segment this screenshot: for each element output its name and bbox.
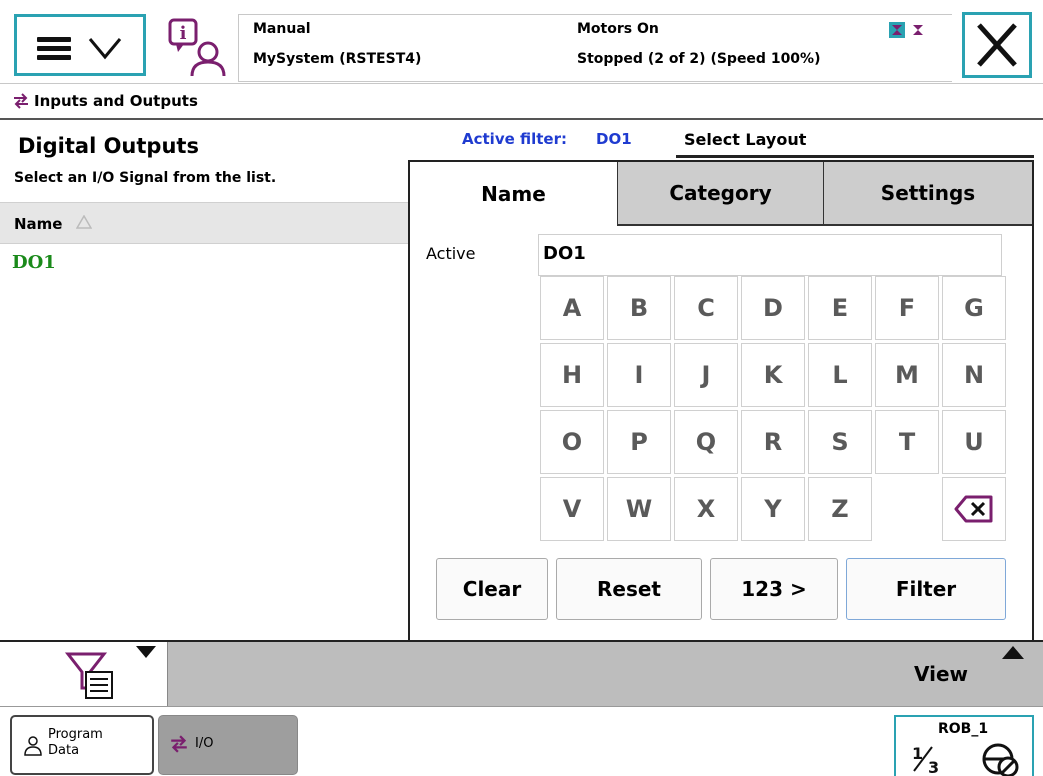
view-menu-button[interactable]: View [846,642,1042,706]
numeric-keyboard-button[interactable]: 123 > [710,558,838,620]
key-g[interactable]: G [942,276,1006,340]
key-i[interactable]: I [607,343,671,407]
column-header-name: Name [14,215,63,233]
key-z[interactable]: Z [808,477,872,541]
key-m[interactable]: M [875,343,939,407]
signal-list: DO1 [0,246,410,282]
tab-category[interactable]: Category [618,162,824,226]
key-a[interactable]: A [540,276,604,340]
select-layout-dropdown[interactable]: Select Layout [676,126,1034,158]
filter-icon [64,652,113,699]
filter-toggle-button[interactable] [0,642,168,706]
taskbar-program-data-line1: Program [48,727,103,742]
tab-name[interactable]: Name [410,162,618,226]
active-label: Active [426,244,476,263]
filter-tabs: Name Category Settings [410,162,1032,226]
key-j[interactable]: J [674,343,738,407]
key-p[interactable]: P [607,410,671,474]
triangle-down-icon [136,646,156,658]
tab-settings[interactable]: Settings [824,162,1032,226]
key-o[interactable]: O [540,410,604,474]
chevron-down-icon [88,38,122,60]
filter-panel: Name Category Settings Active DO1 ABCDEF… [408,160,1034,640]
robot-mechanical-unit-icon [982,743,1019,776]
key-l[interactable]: L [808,343,872,407]
key-k[interactable]: K [741,343,805,407]
key-h[interactable]: H [540,343,604,407]
key-e[interactable]: E [808,276,872,340]
taskbar-io-label: I/O [195,736,214,751]
key-y[interactable]: Y [741,477,805,541]
key-q[interactable]: Q [674,410,738,474]
select-layout-label: Select Layout [684,130,807,149]
clear-button[interactable]: Clear [436,558,548,620]
close-icon [977,23,1017,67]
key-v[interactable]: V [540,477,604,541]
close-button[interactable] [962,12,1032,78]
backspace-key[interactable] [942,477,1006,541]
taskbar-program-data[interactable]: Program Data [10,715,154,775]
panel-subtitle: Select an I/O Signal from the list. [14,170,277,186]
robot-status-icons [889,22,923,38]
window-title: Inputs and Outputs [34,92,198,110]
motors-state: Motors On [577,21,659,37]
taskbar-io[interactable]: I/O [158,715,298,775]
reset-button[interactable]: Reset [556,558,702,620]
menu-icon [37,37,71,60]
signal-list-panel: Digital Outputs Select an I/O Signal fro… [0,122,410,640]
list-item[interactable]: DO1 [0,246,410,282]
speed-fraction-icon: 1 3 [912,744,939,776]
program-state: Stopped (2 of 2) (Speed 100%) [577,51,821,67]
active-filter-value: DO1 [596,130,632,148]
apply-filter-button[interactable]: Filter [846,558,1006,620]
key-t[interactable]: T [875,410,939,474]
taskbar-program-data-label: Program Data [48,727,103,759]
quickset-robot-button[interactable]: ROB_1 1 3 [894,715,1034,776]
system-name: MySystem (RSTEST4) [253,51,422,67]
panel-title: Digital Outputs [18,134,199,158]
active-filter-input[interactable]: DO1 [538,234,1002,276]
command-bar: View [0,640,1043,706]
key-n[interactable]: N [942,343,1006,407]
io-arrows-icon [14,93,28,109]
operating-mode: Manual [253,21,311,37]
sort-ascending-icon [76,215,92,229]
key-x[interactable]: X [674,477,738,541]
main-menu-button[interactable] [14,14,146,76]
key-s[interactable]: S [808,410,872,474]
status-bar[interactable]: Manual MySystem (RSTEST4) Motors On Stop… [238,14,952,82]
list-column-header[interactable]: Name [0,202,410,244]
view-label: View [913,662,968,686]
svg-text:3: 3 [928,758,939,776]
backspace-icon [954,495,993,523]
taskbar: Program Data I/O ROB_1 1 3 [0,706,1043,776]
triangle-up-icon [1002,646,1024,659]
key-b[interactable]: B [607,276,671,340]
mechanical-unit-label: ROB_1 [938,721,989,737]
top-header: i Manual MySystem (RSTEST4) Motors On St… [0,0,1043,84]
key-r[interactable]: R [741,410,805,474]
key-f[interactable]: F [875,276,939,340]
active-filter-label: Active filter: [462,130,567,148]
key-u[interactable]: U [942,410,1006,474]
io-arrows-icon [171,735,187,753]
key-d[interactable]: D [741,276,805,340]
key-c[interactable]: C [674,276,738,340]
info-person-icon[interactable]: i [166,16,228,78]
svg-text:i: i [180,23,187,44]
window-title-bar: Inputs and Outputs [0,84,1043,120]
program-data-icon [24,736,42,756]
taskbar-program-data-line2: Data [48,743,80,758]
key-w[interactable]: W [607,477,671,541]
